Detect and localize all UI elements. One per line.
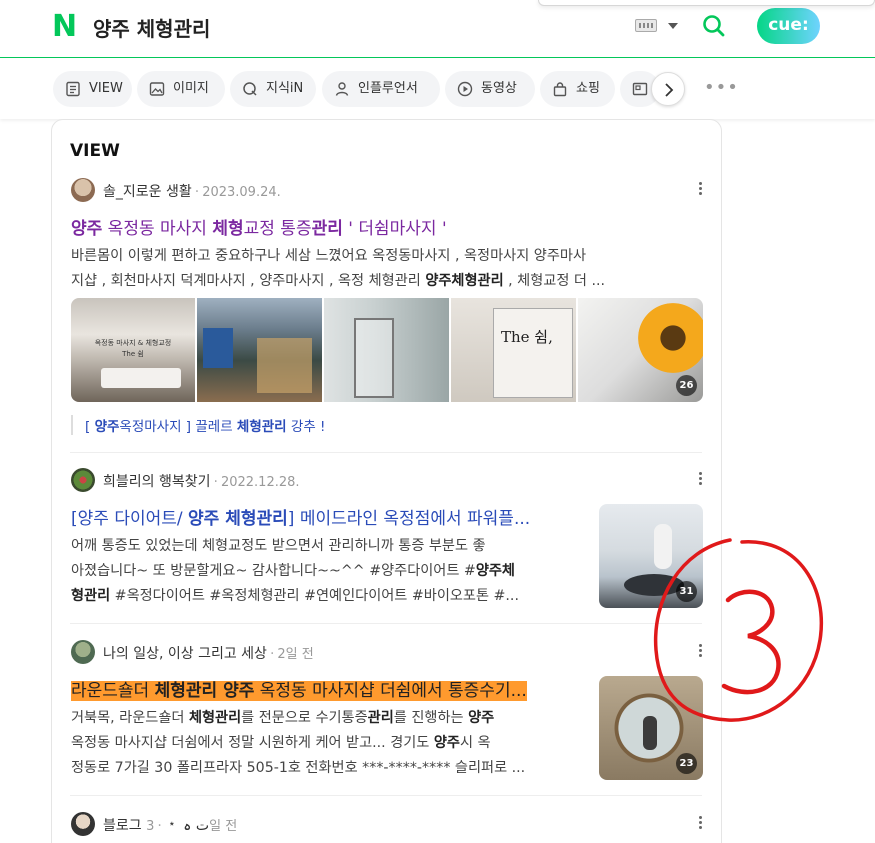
- post-date: 2022.12.28.: [220, 475, 300, 490]
- tab-label: VIEW: [89, 81, 123, 96]
- divider: [70, 452, 702, 453]
- post-description: 바른몸이 이렇게 편하고 중요하구나 세삼 느꼈어요 옥정동마사지 , 옥정마사…: [71, 248, 605, 289]
- post-item: 솔_지로운 생활 · 2023.09.24. 양주 옥정동 마사지 체형교정 통증관…: [71, 178, 711, 438]
- tab-knowledge[interactable]: 지식iN: [230, 71, 316, 107]
- tab-influencer[interactable]: 인플루언서: [322, 71, 440, 107]
- section-title: VIEW: [70, 141, 120, 161]
- author-row: 나의 일상, 이상 그리고 세상 · 2일 전: [71, 640, 711, 666]
- post-date: 2일 전: [277, 647, 314, 662]
- news-icon: [632, 82, 648, 96]
- image-count-badge: 23: [676, 753, 697, 774]
- image-count-badge: 31: [676, 581, 697, 602]
- divider: [70, 623, 702, 624]
- annotation-digit: [721, 589, 781, 695]
- author-name[interactable]: 나의 일상, 이상 그리고 세상: [103, 646, 267, 662]
- author-line[interactable]: 희블리의 행복찾기 · 2022.12.28.: [103, 471, 300, 491]
- author-row: 솔_지로운 생활 · 2023.09.24.: [71, 178, 711, 204]
- image-entrance: [324, 298, 449, 402]
- bag-icon: [553, 82, 567, 97]
- caret-down-icon[interactable]: [668, 23, 678, 29]
- avatar[interactable]: [71, 640, 95, 664]
- view-icon: [66, 81, 80, 97]
- person-icon: [335, 82, 349, 96]
- image-street: [197, 298, 322, 402]
- post-description: 거북목, 라운드숄더 체형관리를 전문으로 수기통증관리를 진행하는 양주 옥정…: [71, 710, 526, 776]
- tab-label: 쇼핑: [576, 81, 600, 96]
- author-line[interactable]: 나의 일상, 이상 그리고 세상 · 2일 전: [103, 643, 314, 663]
- search-tabs: VIEW 이미지 지식iN 인플루언서 동영상 쇼핑 •••: [0, 59, 875, 119]
- author-name[interactable]: 솔_지로운 생활: [103, 184, 192, 200]
- tab-label: 지식iN: [266, 81, 304, 96]
- tab-image[interactable]: 이미지: [137, 71, 225, 107]
- kebab-menu-icon[interactable]: [699, 644, 703, 660]
- post-thumbnail[interactable]: 31: [599, 504, 703, 608]
- post-thumbnail[interactable]: 23: [599, 676, 703, 780]
- post-date: 2023.09.24.: [202, 185, 281, 200]
- image-icon: [149, 82, 165, 96]
- related-link[interactable]: [ 양주옥정마사지 ] 끌레르 체형관리 강추 !: [71, 415, 325, 435]
- knowledge-icon: [243, 82, 257, 96]
- search-icon[interactable]: [702, 14, 726, 38]
- post-title[interactable]: [양주 다이어트/ 양주 체형관리] 메이드라인 옥정점에서 파워플...: [71, 504, 583, 529]
- tabs-next-button[interactable]: [651, 72, 685, 106]
- search-query[interactable]: 양주 체형관리: [93, 13, 210, 42]
- chevron-right-icon: [665, 83, 674, 97]
- tab-video[interactable]: 동영상: [445, 71, 535, 107]
- divider: [70, 795, 702, 796]
- cue-button[interactable]: cue:: [757, 8, 820, 44]
- tab-shopping[interactable]: 쇼핑: [540, 71, 615, 107]
- avatar[interactable]: [71, 178, 95, 202]
- tab-label: 동영상: [481, 81, 517, 96]
- image-sunflower: 26: [578, 298, 703, 402]
- tab-label: 인플루언서: [358, 81, 418, 96]
- avatar[interactable]: [71, 812, 95, 836]
- author-line[interactable]: 블로그 ت ہ ﹡·3일 전: [103, 815, 237, 835]
- author-name[interactable]: 희블리의 행복찾기: [103, 474, 211, 490]
- image-room: 옥정동 마사지 & 체형교정 The 쉼: [71, 298, 195, 402]
- kebab-menu-icon[interactable]: [699, 816, 703, 832]
- search-header: N 양주 체형관리 cue:: [0, 0, 875, 58]
- author-line[interactable]: 솔_지로운 생활 · 2023.09.24.: [103, 181, 281, 201]
- image-count-badge: 26: [676, 375, 697, 396]
- post-item: 희블리의 행복찾기 · 2022.12.28. [양주 다이어트/ 양주 체형관리]…: [71, 468, 711, 608]
- popup-edge: [538, 0, 875, 6]
- post-title[interactable]: 양주 옥정동 마사지 체형교정 통증관리 ' 더쉼마사지 ': [71, 214, 631, 239]
- naver-logo[interactable]: N: [52, 12, 77, 42]
- post-description: 어깨 통증도 있었는데 체형교정도 받으면서 관리하니까 통증 부분도 좋 아졌…: [71, 538, 519, 604]
- avatar[interactable]: [71, 468, 95, 492]
- image-sign: The 쉼,: [451, 298, 576, 402]
- tab-label: 이미지: [173, 81, 209, 96]
- tab-view[interactable]: VIEW: [53, 71, 132, 107]
- keyboard-icon[interactable]: [635, 19, 657, 32]
- more-horizontal-icon[interactable]: •••: [704, 77, 739, 98]
- post-item: 나의 일상, 이상 그리고 세상 · 2일 전 라운드숄더 체형관리 양주 옥정동 …: [71, 640, 711, 780]
- author-row: 블로그 ت ہ ﹡·3일 전: [71, 812, 711, 838]
- post-title[interactable]: 라운드숄더 체형관리 양주 옥정동 마사지샵 더쉼에서 통증수기...: [71, 676, 583, 701]
- post-item: 블로그 ت ہ ﹡·3일 전: [71, 812, 711, 842]
- kebab-menu-icon[interactable]: [699, 472, 703, 488]
- play-icon: [457, 81, 473, 97]
- kebab-menu-icon[interactable]: [699, 182, 703, 198]
- image-mosaic[interactable]: 옥정동 마사지 & 체형교정 The 쉼 The 쉼, 26: [71, 298, 703, 402]
- author-row: 희블리의 행복찾기 · 2022.12.28.: [71, 468, 711, 494]
